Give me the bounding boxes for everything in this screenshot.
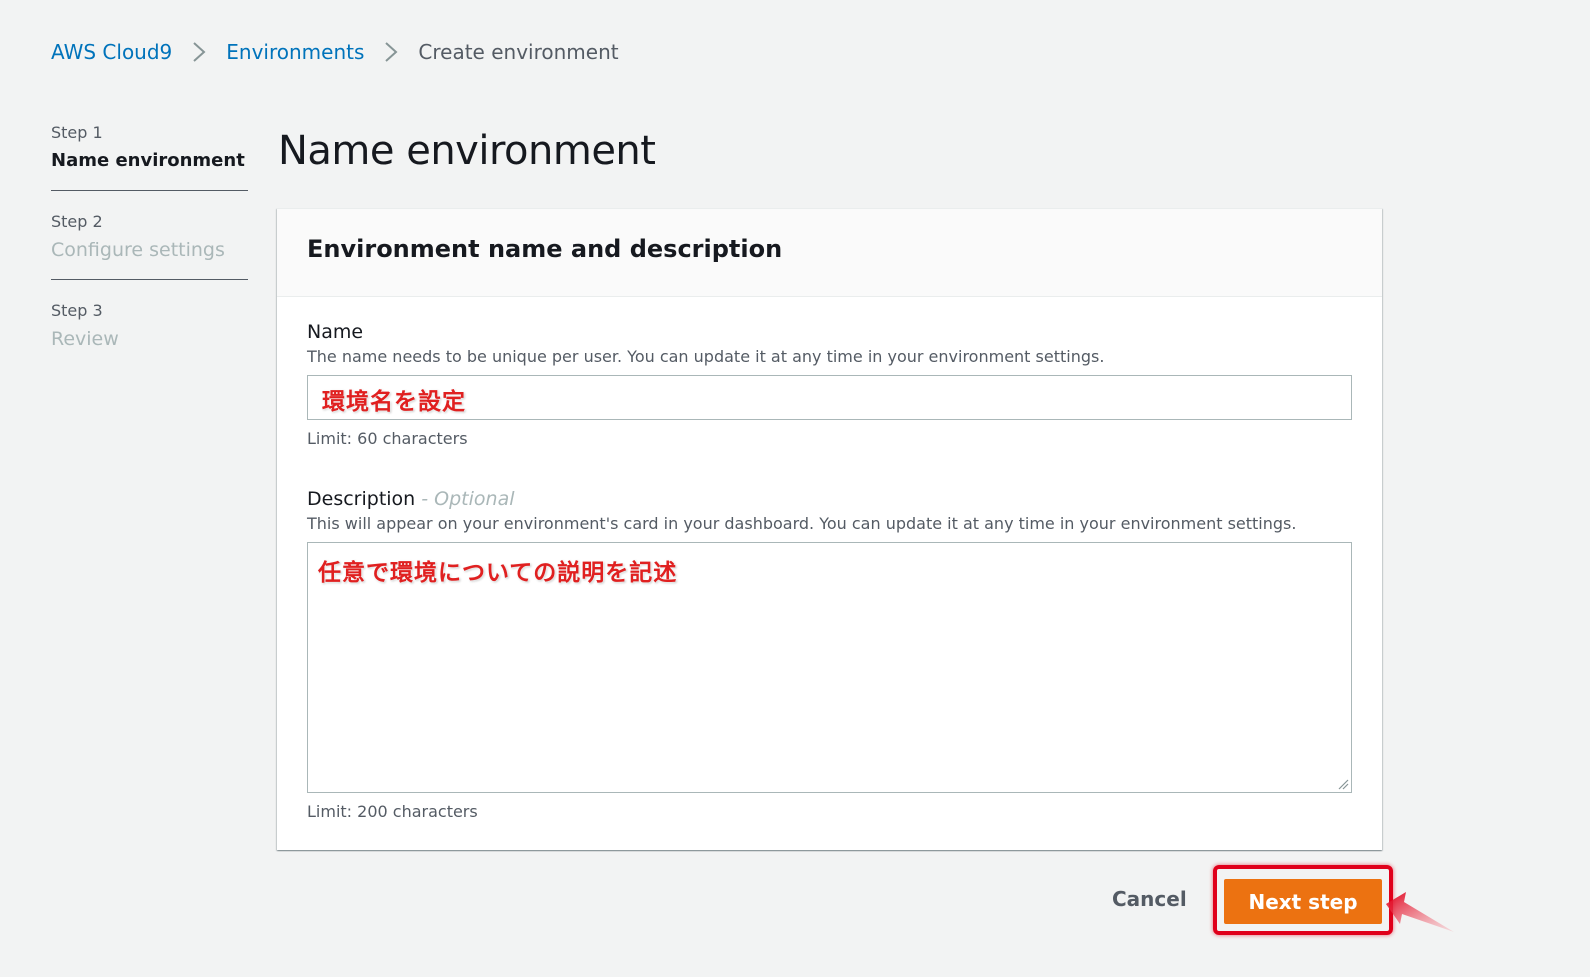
name-form-field: Name The name needs to be unique per use… xyxy=(307,319,1352,450)
name-label: Name xyxy=(307,321,364,343)
step-title: Name environment xyxy=(51,150,245,171)
description-annotation: 任意で環境についての説明を記述 xyxy=(318,560,680,586)
next-step-button[interactable]: Next step xyxy=(1224,879,1382,924)
name-input[interactable]: 環境名を設定 xyxy=(307,375,1352,420)
step-number: Step 1 xyxy=(51,123,103,142)
resize-handle-icon[interactable] xyxy=(1337,778,1349,790)
name-annotation: 環境名を設定 xyxy=(322,389,466,415)
wizard-step-2: Step 2 Configure settings xyxy=(51,209,248,280)
wizard-step-3: Step 3 Review xyxy=(51,298,248,368)
step-title: Review xyxy=(51,328,119,350)
description-textarea[interactable]: 任意で環境についての説明を記述ent 任意で環境についての説明を記述 xyxy=(307,542,1352,793)
chevron-right-icon xyxy=(384,40,398,64)
chevron-right-icon xyxy=(192,40,206,64)
page-title: Name environment xyxy=(278,128,656,174)
breadcrumb-current: Create environment xyxy=(418,40,619,64)
description-label: Description - Optional xyxy=(307,486,1352,512)
card-title: Environment name and description xyxy=(307,235,783,263)
optional-tag: - Optional xyxy=(415,488,515,510)
description-help: This will appear on your environment's c… xyxy=(307,514,1297,533)
wizard-step-1: Step 1 Name environment xyxy=(51,120,248,191)
cancel-button[interactable]: Cancel xyxy=(1112,887,1187,911)
wizard-steps: Step 1 Name environment Step 2 Configure… xyxy=(51,120,248,386)
breadcrumb: AWS Cloud9 Environments Create environme… xyxy=(51,38,619,66)
environment-card: Environment name and description Name Th… xyxy=(277,208,1382,850)
step-number: Step 2 xyxy=(51,212,103,231)
description-constraint: Limit: 200 characters xyxy=(307,802,478,821)
step-number: Step 3 xyxy=(51,301,103,320)
pointer-arrow-icon xyxy=(1386,892,1454,932)
breadcrumb-link-aws-cloud9[interactable]: AWS Cloud9 xyxy=(51,40,172,64)
name-constraint: Limit: 60 characters xyxy=(307,429,468,448)
name-description: The name needs to be unique per user. Yo… xyxy=(307,347,1105,366)
breadcrumb-link-environments[interactable]: Environments xyxy=(226,40,364,64)
card-header: Environment name and description xyxy=(277,209,1382,297)
card-body: Name The name needs to be unique per use… xyxy=(277,297,1382,823)
step-title: Configure settings xyxy=(51,239,225,261)
description-label-text: Description xyxy=(307,488,416,510)
description-form-field: Description - Optional This will appear … xyxy=(307,486,1352,823)
